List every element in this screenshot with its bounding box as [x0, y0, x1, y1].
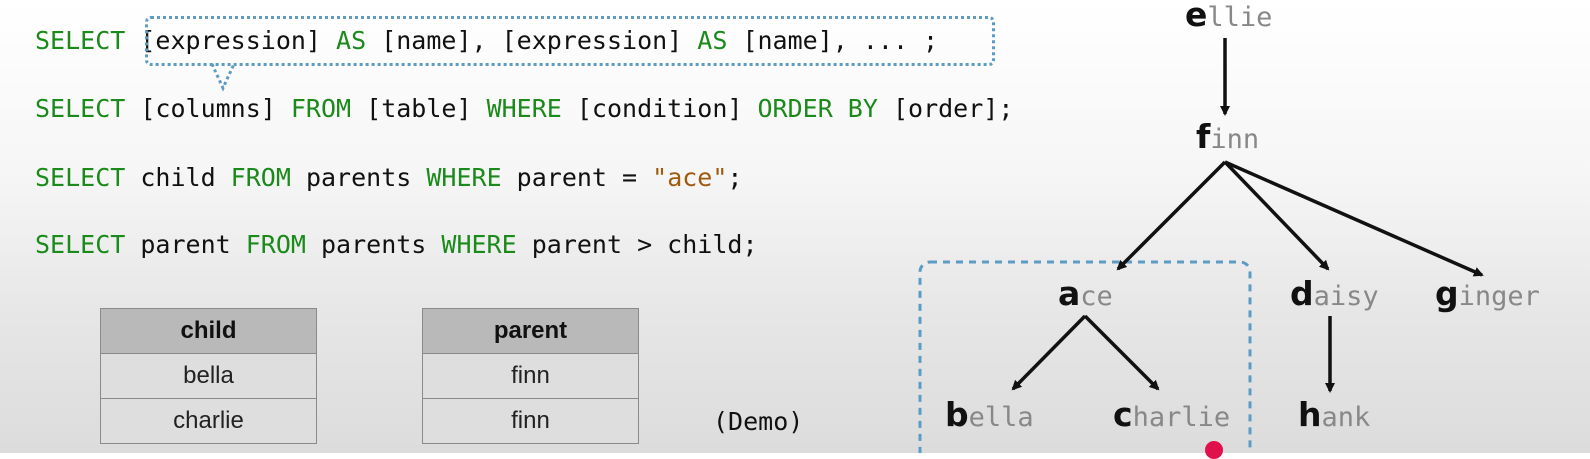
node-initial: g	[1435, 274, 1459, 313]
cursor-dot	[1205, 441, 1223, 459]
tree-edge-finn-daisy	[1223, 160, 1330, 271]
tree-node-ginger: ginger	[1435, 274, 1540, 313]
family-tree	[918, 38, 1484, 453]
node-initial: f	[1196, 117, 1211, 156]
node-initial: e	[1185, 0, 1208, 34]
tree-node-ellie: ellie	[1185, 0, 1272, 34]
node-rest: ce	[1080, 281, 1113, 312]
node-rest: inn	[1210, 124, 1260, 155]
node-rest: harlie	[1132, 402, 1231, 433]
node-initial: b	[945, 395, 969, 434]
tree-edge-finn-ace	[1116, 160, 1227, 271]
tree-node-charlie: charlie	[1113, 395, 1230, 434]
node-rest: ella	[968, 402, 1034, 433]
tree-edge-finn-ginger	[1224, 160, 1484, 277]
node-initial: c	[1113, 395, 1133, 434]
node-rest: llie	[1207, 2, 1273, 33]
tree-edge-ace-charlie	[1083, 314, 1160, 391]
node-rest: inger	[1458, 281, 1540, 312]
node-initial: a	[1058, 274, 1081, 313]
tree-node-finn: finn	[1196, 117, 1259, 156]
node-rest: ank	[1321, 402, 1371, 433]
node-initial: d	[1290, 274, 1314, 313]
tree-node-ace: ace	[1058, 274, 1113, 313]
tree-node-hank: hank	[1298, 395, 1370, 434]
tree-node-daisy: daisy	[1290, 274, 1379, 313]
tree-edge-ace-bella	[1011, 314, 1087, 391]
node-initial: h	[1298, 395, 1322, 434]
tree-node-bella: bella	[945, 395, 1034, 434]
node-rest: aisy	[1313, 281, 1379, 312]
